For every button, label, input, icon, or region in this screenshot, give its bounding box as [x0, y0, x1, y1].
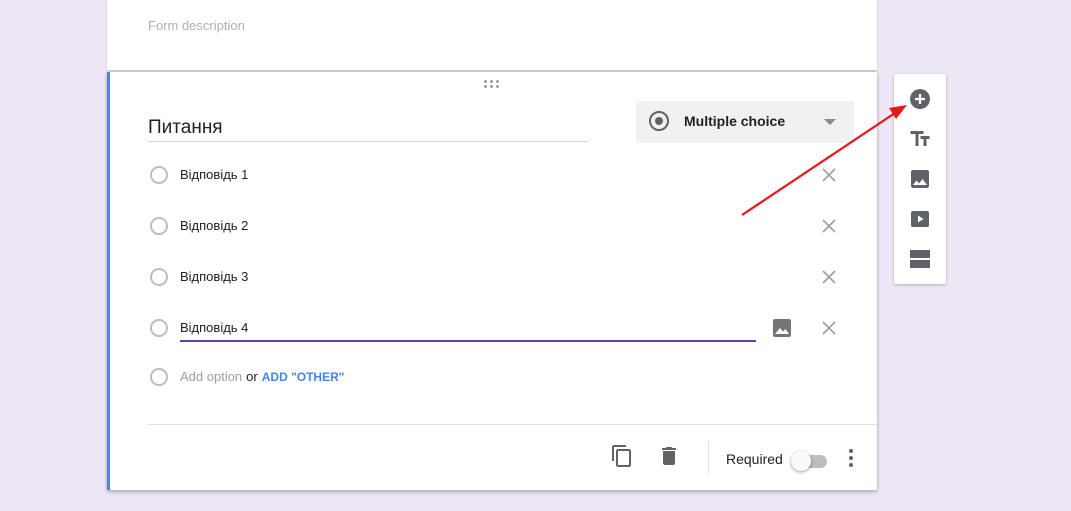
drag-handle-icon[interactable] [484, 80, 502, 90]
remove-option-icon[interactable] [821, 269, 837, 285]
duplicate-icon[interactable] [610, 444, 634, 468]
required-toggle[interactable] [791, 451, 827, 471]
add-question-icon[interactable] [908, 87, 932, 111]
option-input[interactable]: Відповідь 1 [180, 167, 248, 182]
required-label: Required [726, 451, 783, 467]
add-image-icon[interactable] [772, 318, 792, 338]
question-title-input[interactable]: Питання [148, 115, 588, 142]
add-title-icon[interactable] [908, 127, 932, 151]
form-header-card: Form description [107, 0, 877, 70]
option-radio-icon [150, 368, 168, 386]
option-input[interactable]: Відповідь 4 [180, 320, 248, 335]
add-option-link[interactable]: Add option [180, 369, 242, 384]
question-type-label: Multiple choice [684, 113, 786, 129]
or-label: or [246, 369, 258, 384]
radio-button-icon [649, 111, 669, 131]
toggle-knob [791, 451, 811, 471]
remove-option-icon[interactable] [821, 320, 837, 336]
option-row-active: Відповідь 4 [110, 315, 877, 345]
more-vert-icon[interactable] [844, 447, 858, 469]
question-type-dropdown[interactable]: Multiple choice [636, 101, 854, 143]
option-radio-icon [150, 217, 168, 235]
add-option-text: Add option or ADD "OTHER" [180, 369, 344, 384]
add-section-icon[interactable] [908, 247, 932, 271]
active-input-underline [180, 340, 756, 342]
question-card[interactable]: Питання Multiple choice Відповідь 1 Відп… [107, 72, 877, 490]
delete-icon[interactable] [657, 444, 681, 468]
form-description-field[interactable]: Form description [148, 18, 245, 33]
option-radio-icon [150, 268, 168, 286]
add-other-link[interactable]: ADD "OTHER" [262, 370, 345, 384]
add-image-icon[interactable] [908, 167, 932, 191]
side-toolbar [894, 74, 946, 284]
footer-divider [148, 424, 877, 425]
option-row: Відповідь 2 [110, 213, 877, 243]
remove-option-icon[interactable] [821, 218, 837, 234]
option-input[interactable]: Відповідь 2 [180, 218, 248, 233]
add-option-row: Add option or ADD "OTHER" [110, 364, 877, 394]
remove-option-icon[interactable] [821, 167, 837, 183]
option-radio-icon [150, 166, 168, 184]
dropdown-arrow-icon [824, 119, 836, 125]
option-input[interactable]: Відповідь 3 [180, 269, 248, 284]
add-video-icon[interactable] [908, 207, 932, 231]
footer-vertical-divider [708, 441, 709, 473]
option-row: Відповідь 3 [110, 264, 877, 294]
option-radio-icon [150, 319, 168, 337]
option-row: Відповідь 1 [110, 162, 877, 192]
